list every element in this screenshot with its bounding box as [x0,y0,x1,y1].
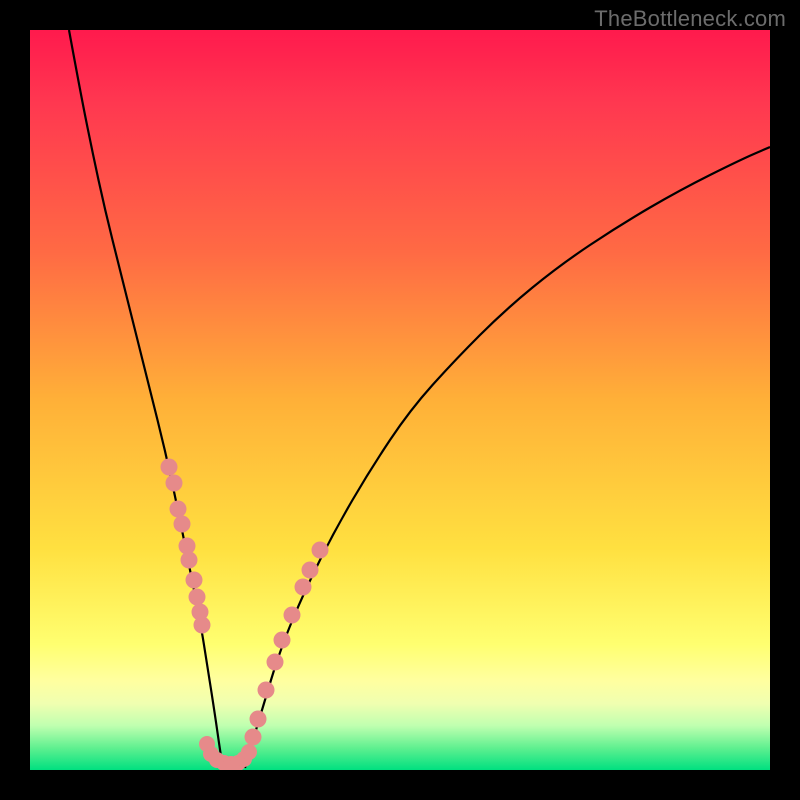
data-dot [174,516,191,533]
data-dot [295,579,312,596]
data-dot [267,654,284,671]
data-dots [161,459,329,771]
data-dot [284,607,301,624]
plot-area [30,30,770,770]
data-dot [170,501,187,518]
data-dot [250,711,267,728]
watermark-text: TheBottleneck.com [594,6,786,32]
curve-left [69,30,223,768]
data-dot [194,617,211,634]
data-dot [186,572,203,589]
data-dot [189,589,206,606]
data-dot [181,552,198,569]
chart-frame: TheBottleneck.com [0,0,800,800]
curve-right [245,147,770,768]
data-dot [166,475,183,492]
data-dot [312,542,329,559]
data-dot [241,744,257,760]
data-dot [302,562,319,579]
bottleneck-curves [69,30,770,768]
chart-svg [30,30,770,770]
data-dot [274,632,291,649]
data-dot [258,682,275,699]
data-dot [245,729,262,746]
data-dot [161,459,178,476]
